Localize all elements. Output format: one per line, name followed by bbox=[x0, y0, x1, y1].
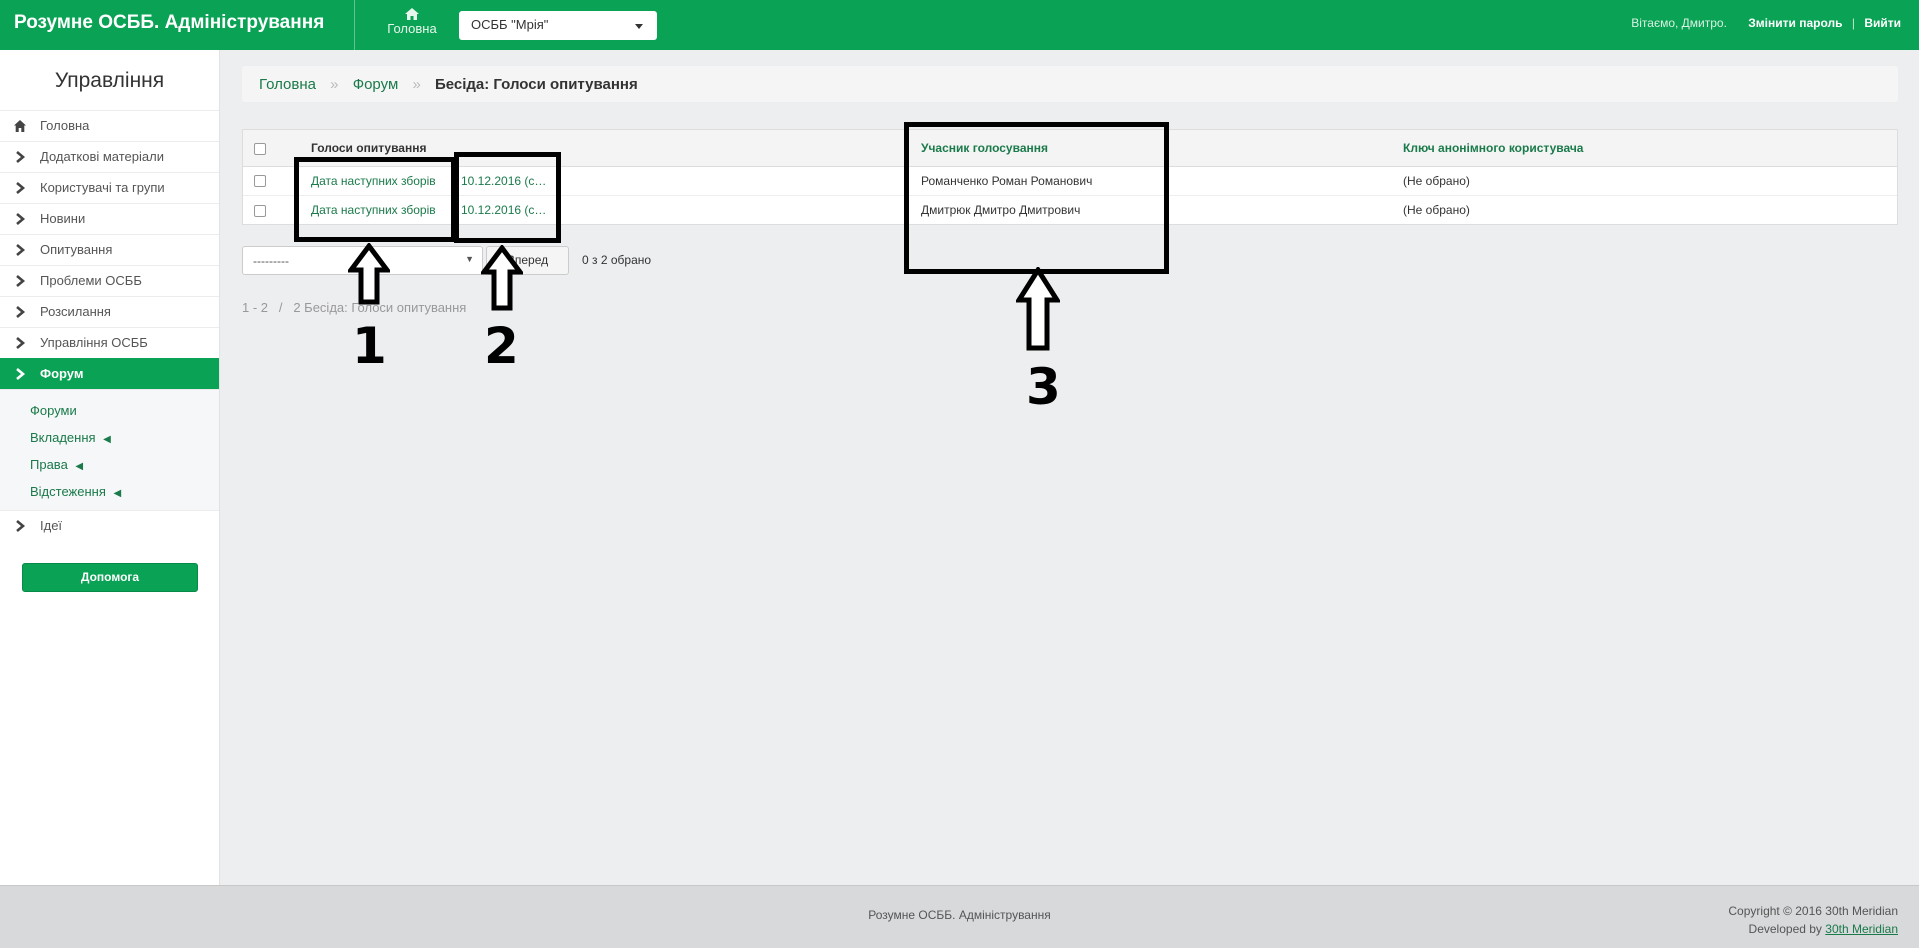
chevron-right-icon bbox=[16, 306, 26, 318]
submenu-item-label: Відстеження bbox=[30, 484, 106, 499]
help-button[interactable]: Допомога bbox=[22, 563, 198, 592]
submenu-item-forums[interactable]: Форуми bbox=[0, 398, 219, 425]
dropdown-arrow-icon: ▼ bbox=[465, 254, 474, 264]
action-select-value: --------- bbox=[253, 254, 289, 268]
annotation-label-2: 2 bbox=[484, 317, 519, 375]
change-password-link[interactable]: Змінити пароль bbox=[1748, 16, 1842, 30]
arrow-up-icon bbox=[1016, 267, 1060, 351]
logout-link[interactable]: Вийти bbox=[1864, 16, 1901, 30]
footer-credits: Copyright © 2016 30th Meridian Developed… bbox=[1728, 902, 1898, 938]
sidebar-item-home[interactable]: Головна bbox=[0, 110, 219, 141]
annotation-label-1: 1 bbox=[352, 317, 387, 375]
breadcrumb-forum[interactable]: Форум bbox=[353, 76, 399, 93]
footer-copyright: Copyright © 2016 30th Meridian bbox=[1728, 904, 1898, 918]
sidebar-item-label: Управління ОСББ bbox=[40, 335, 148, 350]
sidebar-item-label: Користувачі та групи bbox=[40, 180, 165, 195]
annotation-box-2 bbox=[454, 152, 561, 243]
arrow-up-icon bbox=[481, 245, 523, 311]
sidebar-item-polls[interactable]: Опитування bbox=[0, 234, 219, 265]
home-icon bbox=[405, 8, 419, 20]
select-all-checkbox[interactable] bbox=[254, 142, 266, 155]
chevron-right-icon bbox=[16, 337, 26, 349]
chevron-right-icon bbox=[16, 213, 26, 225]
submenu-item-label: Вкладення bbox=[30, 430, 96, 445]
sidebar-item-label: Головна bbox=[40, 118, 90, 133]
caret-down-icon bbox=[635, 24, 643, 29]
sidebar-item-management[interactable]: Управління ОСББ bbox=[0, 327, 219, 358]
sidebar-item-problems[interactable]: Проблеми ОСББ bbox=[0, 265, 219, 296]
triangle-left-icon: ◀ bbox=[113, 488, 122, 499]
sidebar-title: Управління bbox=[54, 69, 165, 92]
chevron-right-icon bbox=[16, 151, 26, 163]
sidebar-item-users-groups[interactable]: Користувачі та групи bbox=[0, 172, 219, 203]
breadcrumb-separator: » bbox=[412, 76, 421, 93]
sidebar-item-label: Проблеми ОСББ bbox=[40, 273, 142, 288]
sidebar-item-news[interactable]: Новини bbox=[0, 203, 219, 234]
annotation-label-3: 3 bbox=[1026, 358, 1061, 416]
submenu-item-permissions[interactable]: Права ◀ bbox=[0, 452, 219, 479]
selected-count: 0 з 2 обрано bbox=[582, 253, 652, 267]
row-checkbox[interactable] bbox=[254, 204, 266, 217]
submenu-item-label: Права bbox=[30, 457, 68, 472]
home-link-label: Головна bbox=[387, 21, 437, 36]
sidebar-item-materials[interactable]: Додаткові матеріали bbox=[0, 141, 219, 172]
greeting-text: Вітаємо, Дмитро. bbox=[1631, 16, 1727, 30]
sidebar: Управління Головна Додаткові матеріали К… bbox=[0, 50, 220, 885]
sidebar-item-forum[interactable]: Форум bbox=[0, 358, 219, 389]
sidebar-item-ideas[interactable]: Ідеї bbox=[0, 510, 219, 541]
sidebar-item-label: Додаткові матеріали bbox=[40, 149, 164, 164]
chevron-right-icon bbox=[16, 275, 26, 287]
breadcrumb-separator: » bbox=[330, 76, 339, 93]
breadcrumb-current: Бесіда: Голоси опитування bbox=[434, 76, 638, 93]
sidebar-item-label: Розсилання bbox=[40, 304, 111, 319]
arrow-up-icon bbox=[348, 243, 390, 305]
organization-select-value: ОСББ "Мрія" bbox=[471, 17, 549, 32]
submenu-item-attachments[interactable]: Вкладення ◀ bbox=[0, 425, 219, 452]
sidebar-item-label: Новини bbox=[40, 211, 86, 226]
brand-title[interactable]: Розумне ОСББ. Адміністрування bbox=[14, 12, 324, 34]
top-header: Розумне ОСББ. Адміністрування Головна ОС… bbox=[0, 0, 1919, 50]
footer-title: Розумне ОСББ. Адміністрування bbox=[868, 908, 1051, 922]
paginator-range: 1 - 2 bbox=[242, 300, 269, 315]
submenu-item-tracking[interactable]: Відстеження ◀ bbox=[0, 479, 219, 506]
user-bar: Вітаємо, Дмитро. Змінити пароль | Вийти bbox=[1631, 16, 1901, 30]
triangle-left-icon: ◀ bbox=[75, 461, 84, 472]
chevron-right-icon bbox=[16, 368, 26, 380]
forum-submenu: Форуми Вкладення ◀ Права ◀ Відстеження ◀ bbox=[0, 389, 219, 510]
sidebar-item-label: Форум bbox=[40, 366, 84, 381]
sidebar-item-label: Опитування bbox=[40, 242, 113, 257]
annotation-box-1 bbox=[294, 157, 456, 242]
home-icon bbox=[14, 120, 26, 132]
annotation-box-3 bbox=[904, 122, 1169, 274]
chevron-right-icon bbox=[16, 520, 26, 532]
breadcrumb: Головна » Форум » Бесіда: Голоси опитува… bbox=[242, 66, 1898, 102]
organization-select[interactable]: ОСББ "Мрія" bbox=[459, 11, 657, 40]
footer-developed: Developed by 30th Meridian bbox=[1728, 920, 1898, 938]
row-checkbox[interactable] bbox=[254, 175, 266, 188]
triangle-left-icon: ◀ bbox=[103, 434, 111, 445]
paginator-separator: / bbox=[278, 300, 283, 315]
header-home-link[interactable]: Головна bbox=[382, 8, 442, 36]
chevron-right-icon bbox=[16, 244, 26, 256]
breadcrumb-home[interactable]: Головна bbox=[259, 76, 316, 93]
submenu-item-label: Форуми bbox=[30, 403, 77, 418]
developer-link[interactable]: 30th Meridian bbox=[1825, 922, 1898, 936]
column-header-anonymous-key[interactable]: Ключ анонімного користувача bbox=[1393, 130, 1897, 167]
anonymous-key-cell: (Не обрано) bbox=[1393, 166, 1897, 196]
header-divider bbox=[354, 0, 355, 50]
footer-developed-prefix: Developed by bbox=[1748, 922, 1822, 936]
anonymous-key-cell: (Не обрано) bbox=[1403, 202, 1470, 217]
footer: Розумне ОСББ. Адміністрування Copyright … bbox=[0, 885, 1919, 948]
sidebar-item-mailing[interactable]: Розсилання bbox=[0, 296, 219, 327]
userbar-separator: | bbox=[1851, 16, 1855, 30]
sidebar-item-label: Ідеї bbox=[40, 518, 63, 533]
chevron-right-icon bbox=[16, 182, 26, 194]
